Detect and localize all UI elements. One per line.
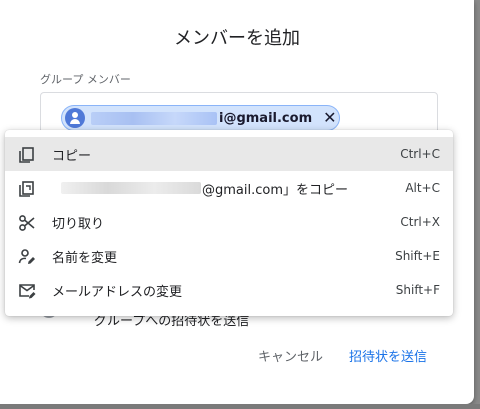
chip-email: i@gmail.com (219, 110, 313, 126)
menu-item-label: 切り取り (52, 216, 105, 232)
copy-link-icon (18, 180, 36, 197)
menu-item-cut[interactable]: 切り取り Ctrl+X (5, 205, 453, 239)
dialog-title: メンバーを追加 (174, 28, 300, 49)
menu-item-change-email[interactable]: メールアドレスの変更 Shift+F (5, 273, 453, 307)
person-avatar-icon (65, 108, 85, 128)
scissors-icon (18, 214, 36, 231)
menu-item-label-text: @gmail.com」をコピー (202, 182, 349, 198)
menu-item-shortcut: Ctrl+C (400, 147, 440, 161)
menu-item-label: メールアドレスの変更 (52, 284, 183, 300)
menu-item-shortcut: Ctrl+X (400, 215, 440, 229)
mail-edit-icon (18, 282, 36, 299)
menu-item-copy-email[interactable]: @gmail.com」をコピー Alt+C (5, 171, 453, 205)
person-edit-icon (18, 248, 36, 264)
close-icon[interactable]: ✕ (323, 110, 336, 126)
blurred-email-prefix (91, 111, 217, 125)
menu-item-label: @gmail.com」をコピー (61, 179, 348, 198)
member-chip[interactable]: i@gmail.com ✕ (61, 105, 340, 131)
background-strip (0, 404, 480, 409)
context-menu: コピー Ctrl+C @gmail.com」をコピー Alt+C 切り取り Ct… (5, 130, 453, 316)
menu-item-copy[interactable]: コピー Ctrl+C (5, 137, 453, 171)
copy-icon (18, 146, 36, 163)
menu-item-label: コピー (52, 148, 92, 164)
blurred-email-prefix (61, 182, 201, 194)
menu-item-label: 名前を変更 (52, 250, 118, 266)
group-member-label: グループ メンバー (40, 73, 131, 86)
cancel-button[interactable]: キャンセル (258, 346, 323, 365)
menu-item-rename[interactable]: 名前を変更 Shift+E (5, 239, 453, 273)
menu-item-shortcut: Shift+F (395, 283, 440, 297)
menu-item-shortcut: Shift+E (395, 249, 440, 263)
menu-item-shortcut: Alt+C (405, 181, 440, 195)
send-invite-button[interactable]: 招待状を送信 (349, 346, 427, 365)
